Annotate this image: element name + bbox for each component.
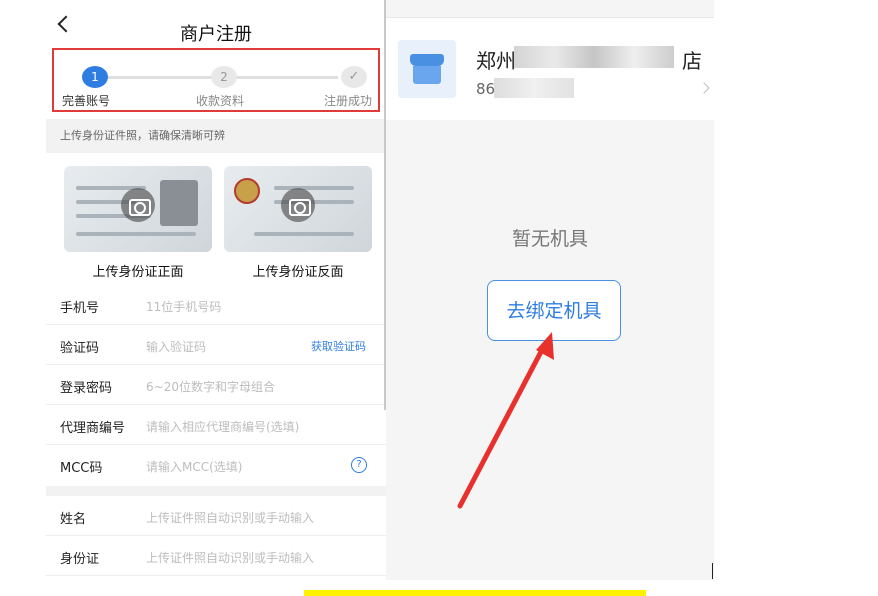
field-label: 身份证: [60, 552, 100, 567]
card-text-line: [76, 232, 196, 236]
step-2-label: 收款资料: [196, 94, 245, 108]
help-icon[interactable]: ?: [351, 457, 367, 473]
yellow-underline: [304, 590, 646, 596]
password-field[interactable]: 登录密码 6~20位数字和字母组合: [46, 365, 386, 405]
password-input[interactable]: 6~20位数字和字母组合: [146, 378, 275, 395]
field-label: MCC码: [60, 461, 103, 476]
camera-icon[interactable]: [281, 188, 315, 222]
name-input[interactable]: 上传证件照自动识别或手动输入: [146, 509, 314, 526]
national-emblem-icon: [234, 178, 260, 204]
step-3-check-icon: ✓: [341, 66, 367, 88]
id-back-upload[interactable]: [224, 166, 372, 252]
step-progress: 1 2 ✓ 完善账号 收款资料 注册成功: [52, 48, 380, 112]
field-label: 手机号: [60, 301, 100, 316]
step-1-label: 完善账号: [62, 94, 111, 108]
text-cursor-icon: [712, 563, 715, 579]
page-title: 商户注册: [180, 24, 252, 45]
id-front-upload[interactable]: [64, 166, 212, 252]
agent-number-input[interactable]: 请输入相应代理商编号(选填): [146, 418, 299, 435]
mcc-input[interactable]: 请输入MCC(选填): [146, 458, 242, 475]
id-number-input[interactable]: 上传证件照自动识别或手动输入: [146, 549, 314, 566]
step-3-label: 注册成功: [324, 94, 373, 108]
redacted-phone: [494, 78, 574, 98]
redacted-name: [514, 46, 674, 68]
store-icon: [398, 40, 456, 98]
id-front-label: 上传身份证正面: [92, 265, 184, 280]
shop-awning-icon: [410, 54, 444, 66]
shop-icon: [413, 66, 441, 84]
store-card[interactable]: 郑州店 86: [386, 18, 714, 120]
field-label: 登录密码: [60, 381, 113, 396]
annotation-arrow-icon: [457, 332, 554, 509]
id-back-label: 上传身份证反面: [252, 265, 344, 280]
field-label: 姓名: [60, 512, 87, 527]
card-text-line: [254, 232, 354, 236]
field-label: 代理商编号: [60, 421, 126, 436]
store-phone: 86: [476, 80, 496, 98]
chevron-right-icon[interactable]: [698, 82, 710, 94]
empty-state-text: 暂无机具: [511, 228, 588, 250]
step-2-circle: 2: [211, 66, 237, 88]
merchant-register-screen: 商户注册 1 2 ✓ 完善账号 收款资料 注册成功 上传身份证件照，请确保清晰可…: [46, 0, 386, 596]
upload-tip: 上传身份证件照，请确保清晰可辨: [46, 119, 386, 153]
mcc-field[interactable]: MCC码 请输入MCC(选填) ?: [46, 445, 386, 485]
get-code-button[interactable]: 获取验证码: [311, 338, 366, 354]
camera-icon[interactable]: [121, 188, 155, 222]
agent-number-field[interactable]: 代理商编号 请输入相应代理商编号(选填): [46, 405, 386, 445]
id-photo: [160, 180, 198, 226]
phone-input[interactable]: 11位手机号码: [146, 298, 221, 315]
phone-field[interactable]: 手机号 11位手机号码: [46, 285, 386, 325]
nav-bar: 商户注册: [46, 0, 386, 48]
step-1-circle: 1: [82, 66, 108, 88]
name-field[interactable]: 姓名 上传证件照自动识别或手动输入: [46, 496, 386, 536]
id-number-field[interactable]: 身份证 上传证件照自动识别或手动输入: [46, 536, 386, 576]
verify-code-field[interactable]: 验证码 输入验证码 获取验证码: [46, 325, 386, 365]
section-divider: [46, 486, 386, 496]
card-text-line: [274, 186, 354, 190]
field-label: 验证码: [60, 341, 100, 356]
verify-code-input[interactable]: 输入验证码: [146, 338, 206, 355]
